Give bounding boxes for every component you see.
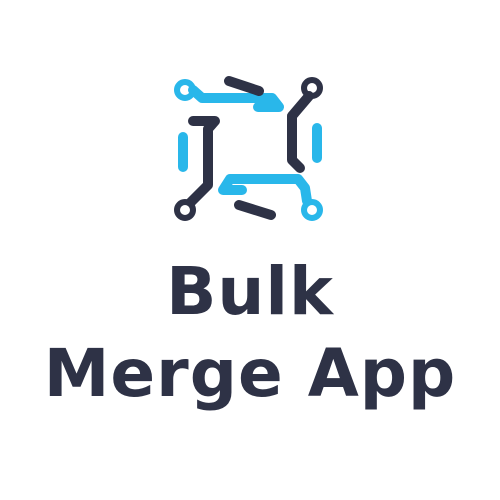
logo-wordmark-bulk: Bulk: [166, 253, 334, 330]
logo-wordmark-merge-app: Merge App: [43, 335, 457, 412]
bulk-merge-logo-icon: [174, 76, 323, 221]
logo-page: Bulk Merge App: [0, 0, 500, 500]
